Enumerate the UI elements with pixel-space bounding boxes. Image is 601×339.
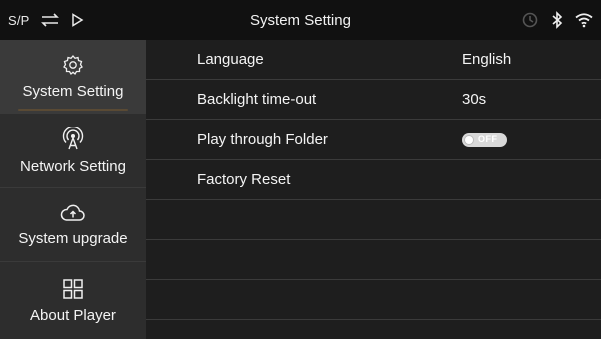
status-right	[521, 0, 593, 40]
setting-label: Factory Reset	[197, 171, 291, 188]
sidebar-item-label: System Setting	[22, 82, 124, 100]
setting-row-backlight[interactable]: Backlight time-out 30s	[146, 80, 601, 120]
empty-row	[146, 200, 601, 240]
active-indicator	[18, 109, 128, 111]
sidebar-item-system-setting[interactable]: System Setting	[0, 40, 146, 114]
sync-icon	[521, 11, 539, 29]
antenna-icon	[62, 126, 84, 151]
setting-value: 30s	[462, 91, 487, 108]
setting-row-play-through-folder[interactable]: Play through Folder OFF	[146, 120, 601, 160]
sidebar-item-about-player[interactable]: About Player	[0, 262, 146, 339]
setting-label: Backlight time-out	[197, 91, 317, 108]
setting-label: Language	[197, 51, 264, 68]
setting-value: English	[462, 51, 512, 68]
empty-row	[146, 240, 601, 280]
sidebar-item-network-setting[interactable]: Network Setting	[0, 114, 146, 188]
sidebar: System Setting Network Setting System up…	[0, 40, 146, 339]
wifi-icon	[575, 12, 593, 28]
sidebar-item-label: About Player	[30, 306, 116, 324]
gear-icon	[62, 54, 84, 76]
setting-label: Play through Folder	[197, 131, 328, 148]
bluetooth-icon	[551, 11, 563, 29]
setting-row-language[interactable]: Language English	[146, 40, 601, 80]
cloud-upload-icon	[60, 203, 86, 223]
toggle-state: OFF	[478, 134, 498, 144]
status-bar: S/P System Setting	[0, 0, 601, 40]
toggle-knob	[465, 136, 473, 144]
grid-icon	[62, 278, 84, 300]
empty-row	[146, 280, 601, 320]
settings-panel: Language English Backlight time-out 30s …	[146, 40, 601, 339]
page-title: System Setting	[250, 11, 351, 29]
play-through-folder-toggle[interactable]: OFF	[462, 133, 507, 147]
sidebar-item-system-upgrade[interactable]: System upgrade	[0, 188, 146, 262]
sidebar-item-label: Network Setting	[20, 157, 126, 175]
setting-row-factory-reset[interactable]: Factory Reset	[146, 160, 601, 200]
sidebar-item-label: System upgrade	[18, 229, 128, 247]
